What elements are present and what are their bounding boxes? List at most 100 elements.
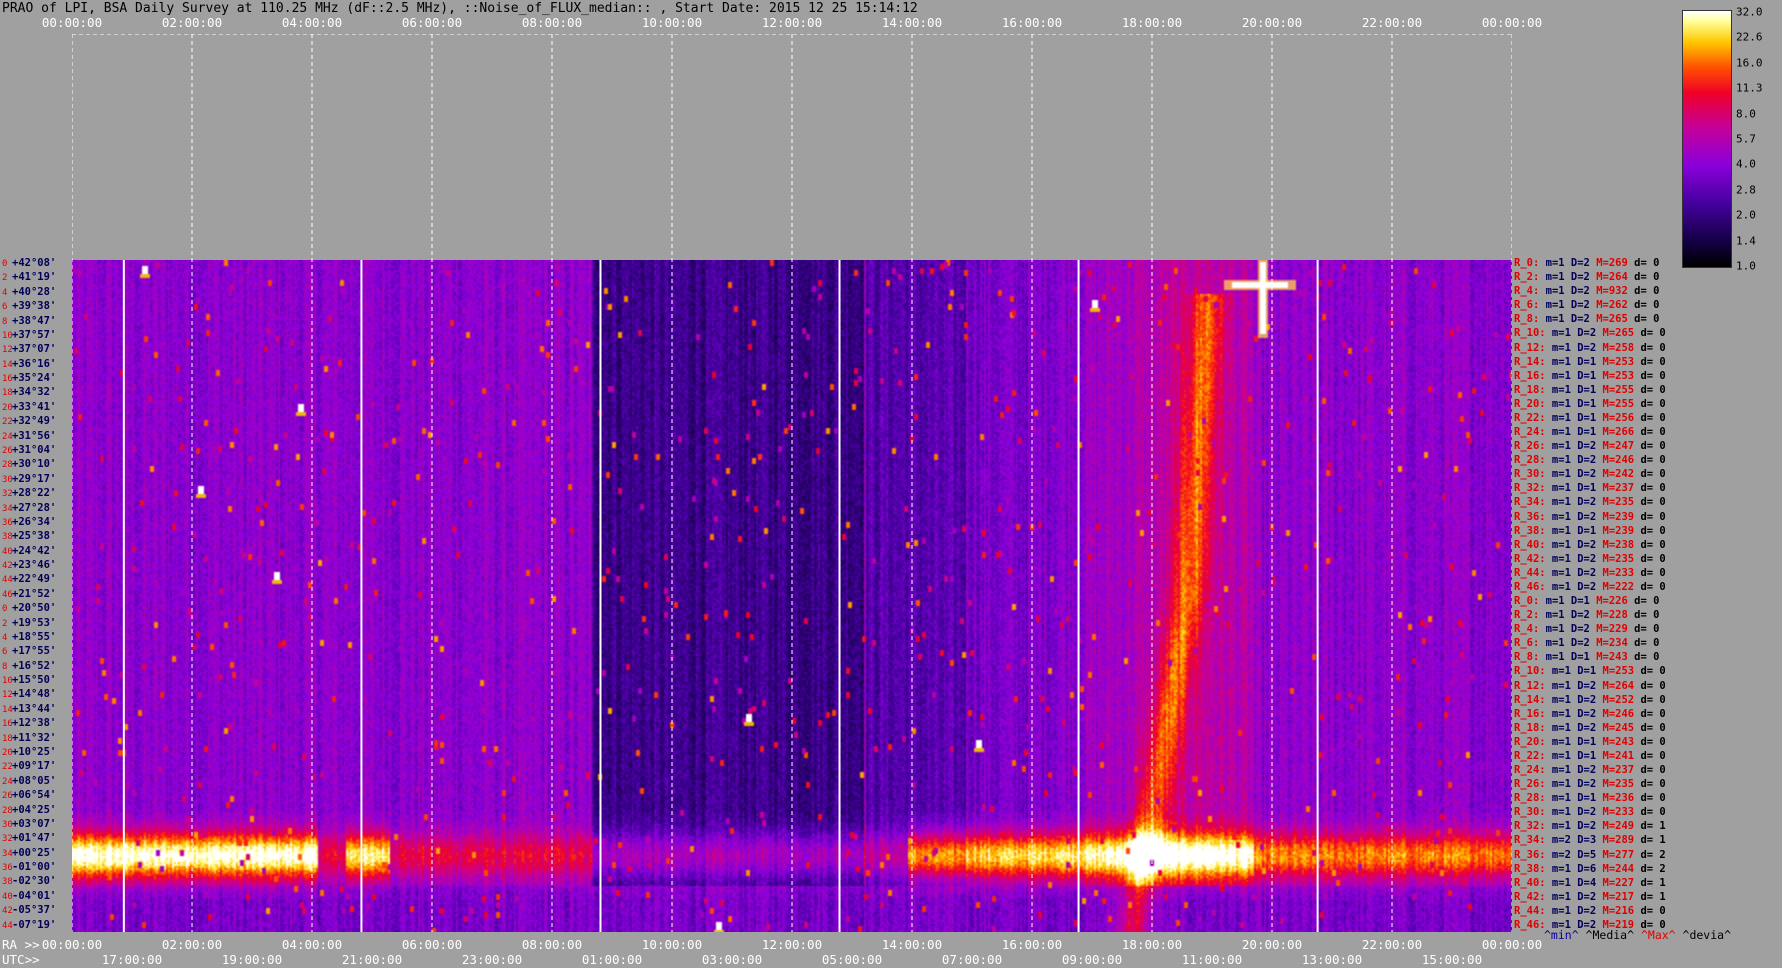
row-stat: R_34: m=1 D=2 M=235 d= 0 bbox=[1514, 497, 1666, 508]
row-dev: d= 0 bbox=[1634, 383, 1666, 396]
row-min: m=1 bbox=[1545, 665, 1571, 678]
row-dev: d= 0 bbox=[1634, 440, 1666, 453]
row-median: D=5 bbox=[1570, 848, 1597, 861]
dec-value: +30°10' bbox=[12, 458, 57, 471]
row-stat: R_18: m=1 D=2 M=245 d= 0 bbox=[1514, 721, 1666, 734]
dec-value: +09°17' bbox=[12, 760, 57, 773]
row-max: M=258 bbox=[1596, 341, 1635, 354]
row-min: m=1 bbox=[1545, 411, 1571, 424]
row-stat: R_0: m=1 D=2 M=269 d= 0 bbox=[1514, 258, 1659, 269]
row-median: D=1 bbox=[1570, 397, 1597, 410]
row-name: R_38: bbox=[1514, 862, 1546, 875]
row-max: M=277 bbox=[1596, 848, 1635, 861]
declination-label: 38+25°38' bbox=[2, 531, 56, 543]
colorbar-tick-labels: 32.0 22.6 16.0 11.3 8.0 5.7 4.0 2.8 2.0 1.4 1.0 bbox=[1736, 0, 1782, 280]
dec-index: 36 bbox=[2, 517, 13, 528]
row-max: M=932 bbox=[1589, 285, 1628, 298]
row-max: M=265 bbox=[1596, 327, 1635, 340]
dec-index: 12 bbox=[2, 345, 13, 356]
row-name: R_12: bbox=[1514, 679, 1546, 692]
row-min: m=1 bbox=[1539, 285, 1565, 298]
row-min: m=1 bbox=[1545, 552, 1571, 565]
declination-label: 12+14°48' bbox=[2, 689, 56, 701]
row-min: m=1 bbox=[1539, 595, 1565, 607]
row-stat: R_40: m=1 D=2 M=238 d= 0 bbox=[1514, 538, 1666, 551]
ra-tick-label: 00:00:00 bbox=[41, 937, 103, 952]
row-name: R_14: bbox=[1514, 693, 1546, 706]
row-name: R_44: bbox=[1514, 904, 1546, 917]
dec-value: +38°47' bbox=[12, 314, 57, 327]
utc-tick-label: 11:00:00 bbox=[1181, 952, 1243, 967]
dec-index: 30 bbox=[2, 474, 13, 485]
row-stat: R_30: m=1 D=2 M=242 d= 0 bbox=[1514, 469, 1666, 480]
row-median: D=2 bbox=[1570, 721, 1597, 734]
colorbar-tick: 8.0 bbox=[1736, 107, 1756, 121]
declination-label: 22+09°17' bbox=[2, 761, 56, 773]
row-median: D=2 bbox=[1570, 341, 1597, 354]
row-name: R_20: bbox=[1514, 397, 1546, 410]
utc-tick-label: 07:00:00 bbox=[941, 952, 1003, 967]
row-median: D=2 bbox=[1570, 327, 1597, 340]
row-median: D=2 bbox=[1570, 566, 1597, 579]
row-stat: R_32: m=1 D=1 M=237 d= 0 bbox=[1514, 483, 1666, 494]
top-tick-label: 16:00:00 bbox=[1001, 15, 1063, 30]
top-tick-label: 18:00:00 bbox=[1121, 15, 1183, 30]
row-name: R_40: bbox=[1514, 538, 1546, 551]
row-stat: R_26: m=1 D=2 M=247 d= 0 bbox=[1514, 441, 1666, 452]
dec-value: +35°24' bbox=[12, 372, 57, 385]
dec-value: +03°07' bbox=[12, 817, 57, 830]
row-median: D=1 bbox=[1570, 735, 1597, 748]
row-max: M=238 bbox=[1596, 538, 1635, 551]
row-max: M=216 bbox=[1596, 904, 1635, 917]
row-min: m=1 bbox=[1545, 426, 1571, 438]
declination-label: 14+36°16' bbox=[2, 358, 56, 371]
dec-value: +21°52' bbox=[12, 587, 57, 600]
row-max: M=252 bbox=[1596, 693, 1635, 706]
row-max: M=234 bbox=[1589, 637, 1628, 650]
gridlines-overlay bbox=[72, 34, 1512, 932]
legend-min: ^min^ bbox=[1544, 928, 1579, 942]
row-stat: R_16: m=1 D=1 M=253 d= 0 bbox=[1514, 369, 1666, 382]
dec-value: +39°38' bbox=[12, 300, 57, 313]
row-name: R_44: bbox=[1514, 566, 1546, 579]
row-stat: R_38: m=1 D=6 M=244 d= 2 bbox=[1514, 862, 1666, 875]
utc-tick-label: 23:00:00 bbox=[461, 952, 523, 967]
row-name: R_4: bbox=[1514, 623, 1540, 636]
declination-label: 0 +20°50' bbox=[2, 603, 56, 615]
row-stat: R_16: m=1 D=2 M=246 d= 0 bbox=[1514, 708, 1666, 720]
dec-value: +06°54' bbox=[12, 789, 57, 802]
row-min: m=1 bbox=[1545, 538, 1571, 551]
row-max: M=236 bbox=[1596, 792, 1635, 805]
row-min: m=1 bbox=[1545, 369, 1571, 382]
row-min: m=1 bbox=[1545, 383, 1571, 396]
dec-value: +08°05' bbox=[12, 774, 57, 787]
dec-index: 40 bbox=[2, 546, 13, 557]
dec-index: 42 bbox=[2, 906, 13, 917]
dec-value: +16°52' bbox=[12, 659, 57, 672]
row-name: R_16: bbox=[1514, 369, 1546, 382]
declination-label: 6 +17°55' bbox=[2, 646, 56, 658]
row-max: M=241 bbox=[1596, 749, 1635, 762]
declination-label: 42+23°46' bbox=[2, 560, 56, 572]
row-dev: d= 0 bbox=[1634, 665, 1666, 678]
row-stat: R_4: m=1 D=2 M=229 d= 0 bbox=[1514, 624, 1659, 635]
row-median: D=2 bbox=[1564, 271, 1590, 284]
top-tick-label: 14:00:00 bbox=[881, 15, 943, 30]
declination-label: 10+37°57' bbox=[2, 329, 56, 342]
row-stat: R_6: m=1 D=2 M=234 d= 0 bbox=[1514, 638, 1659, 649]
row-min: m=1 bbox=[1539, 623, 1565, 636]
top-tick-label: 22:00:00 bbox=[1361, 15, 1423, 30]
colorbar bbox=[1682, 10, 1732, 268]
declination-label: 30+29°17' bbox=[2, 473, 56, 486]
row-dev: d= 1 bbox=[1634, 820, 1666, 833]
declination-label: 18+34°32' bbox=[2, 387, 56, 399]
row-name: R_28: bbox=[1514, 792, 1546, 805]
dec-index: 4 bbox=[2, 287, 8, 298]
row-name: R_36: bbox=[1514, 848, 1546, 861]
row-min: m=1 bbox=[1545, 876, 1571, 889]
dec-index: 18 bbox=[2, 733, 13, 744]
row-dev: d= 0 bbox=[1634, 369, 1666, 382]
row-median: D=1 bbox=[1564, 651, 1590, 664]
row-max: M=243 bbox=[1596, 735, 1635, 748]
colorbar-tick: 16.0 bbox=[1736, 56, 1763, 70]
